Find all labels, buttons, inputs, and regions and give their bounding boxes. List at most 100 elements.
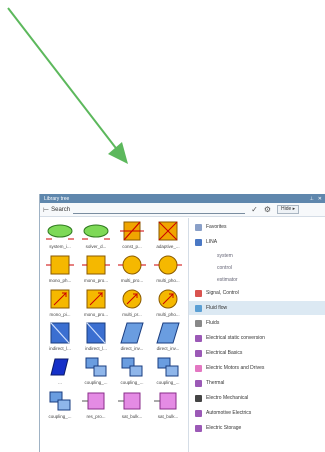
tree-item-label: Electric Storage <box>206 425 242 431</box>
category-icon <box>195 304 202 312</box>
component-label: mono_pi... <box>49 312 71 317</box>
tree-subitem[interactable]: estimator <box>189 274 325 285</box>
component-icon <box>46 224 74 240</box>
component-label: indirect_l... <box>85 346 107 351</box>
component-icon <box>158 289 178 309</box>
tree-category[interactable]: Electrical Basics <box>189 346 325 360</box>
category-icon <box>195 334 202 342</box>
tree-subitem[interactable]: system <box>189 250 325 261</box>
tree-item-label: Electric Motors and Drives <box>206 365 265 371</box>
component-item[interactable]: direct_inv... <box>114 320 150 353</box>
component-item[interactable]: coupling_... <box>78 354 114 387</box>
component-label: coupling_... <box>84 380 108 385</box>
component-item[interactable]: mono_pro... <box>78 252 114 285</box>
close-icon[interactable]: ✕ <box>318 196 322 202</box>
component-icon <box>121 357 143 377</box>
component-label: multi_pho... <box>156 312 180 317</box>
category-icon <box>195 409 202 417</box>
component-label: direct_inv... <box>120 346 144 351</box>
tree-category[interactable]: Fluid flow <box>189 301 325 315</box>
tree-category[interactable]: Favorites <box>189 220 325 234</box>
check-icon[interactable]: ✓ <box>251 205 258 214</box>
component-item[interactable]: multi_pho... <box>150 286 186 319</box>
component-label: adaptive_... <box>156 244 180 249</box>
tree-item-label: control <box>217 264 233 271</box>
component-item[interactable]: coupling_... <box>150 354 186 387</box>
component-label: system_i... <box>49 244 71 249</box>
component-item[interactable]: coupling_... <box>42 388 78 421</box>
component-item[interactable]: system_i... <box>42 218 78 251</box>
component-item[interactable]: sat_bulk... <box>114 388 150 421</box>
component-icon <box>86 322 106 344</box>
tree-category[interactable]: Electro Mechanical <box>189 391 325 405</box>
component-item[interactable]: multi_pro... <box>114 252 150 285</box>
pin-icon[interactable]: ⊥ <box>309 196 313 202</box>
search-bar: ⊢ Search ✓ ⚙ Hide ▸ <box>40 203 325 217</box>
component-icon <box>157 357 179 377</box>
component-icon <box>122 289 142 309</box>
component-icon <box>118 255 146 275</box>
component-item[interactable]: indirect_l... <box>42 320 78 353</box>
tree-category[interactable]: Automotive Electrics <box>189 406 325 420</box>
component-label: multi_pr... <box>122 312 142 317</box>
component-label: coupling_... <box>156 380 180 385</box>
component-icon <box>118 392 141 410</box>
component-icon <box>120 221 144 241</box>
component-label: sat_bulk... <box>157 414 179 419</box>
tree-category[interactable]: Thermal <box>189 376 325 390</box>
category-icon <box>195 319 202 327</box>
component-icon <box>50 289 70 309</box>
component-item[interactable]: indirect_l... <box>78 320 114 353</box>
category-icon <box>195 394 202 402</box>
tree-subitem[interactable]: control <box>189 262 325 273</box>
component-item[interactable]: coupling_... <box>114 354 150 387</box>
component-icon <box>154 255 182 275</box>
category-icon <box>195 379 202 387</box>
component-label: const_p... <box>122 244 142 249</box>
panel-title: Library tree <box>44 195 70 202</box>
tree-category[interactable]: Electric Motors and Drives <box>189 361 325 375</box>
component-item[interactable]: multi_pho... <box>150 252 186 285</box>
component-item[interactable]: direct_inv... <box>150 320 186 353</box>
tree-item-label: Electrical static conversion <box>206 335 265 341</box>
component-item[interactable]: const_p... <box>114 218 150 251</box>
tree-category[interactable]: Electric Storage <box>189 421 325 435</box>
component-item[interactable]: mono_ph... <box>42 252 78 285</box>
library-category-tree: Favorites LINA system control estimator Signa… <box>188 218 325 452</box>
tree-item-label: Favorites <box>206 224 227 230</box>
tree-category[interactable]: Electrical static conversion <box>189 331 325 345</box>
component-label: mono_ph... <box>48 278 72 283</box>
component-label: indirect_l... <box>49 346 71 351</box>
more-button[interactable]: Hide ▸ <box>277 205 300 214</box>
component-icon <box>82 392 105 410</box>
tree-item-label: system <box>217 252 233 259</box>
component-icon <box>120 322 144 344</box>
component-label: res_pro... <box>86 414 106 419</box>
category-icon <box>195 223 202 231</box>
component-item[interactable]: adaptive_... <box>150 218 186 251</box>
tree-category[interactable]: Signal, Control <box>189 286 325 300</box>
gear-icon[interactable]: ⚙ <box>264 205 271 214</box>
component-item[interactable]: ... <box>42 354 78 387</box>
component-label: solver_d... <box>85 244 107 249</box>
component-item[interactable]: solver_d... <box>78 218 114 251</box>
component-item[interactable]: mono_pi... <box>42 286 78 319</box>
component-label: ... <box>58 380 62 385</box>
component-label: mono_pro... <box>83 278 108 283</box>
search-label: Search <box>51 206 71 213</box>
component-item[interactable]: multi_pr... <box>114 286 150 319</box>
component-item[interactable]: res_pro... <box>78 388 114 421</box>
component-item[interactable]: sat_bulk... <box>150 388 186 421</box>
tree-item-label: Electrical Basics <box>206 350 243 356</box>
tree-item-label: Fluid flow <box>206 305 228 311</box>
component-label: sat_bulk... <box>121 414 143 419</box>
tree-category[interactable]: Fluids <box>189 316 325 330</box>
tree-category[interactable]: LINA <box>189 235 325 249</box>
category-icon <box>195 238 202 246</box>
component-icon <box>158 221 178 241</box>
component-icon <box>82 255 110 275</box>
component-item[interactable]: mono_pro... <box>78 286 114 319</box>
component-grid: system_i... solver_d... const_p... adaptive… <box>42 218 186 452</box>
tree-item-label: Thermal <box>206 380 225 386</box>
search-input[interactable] <box>73 205 246 214</box>
